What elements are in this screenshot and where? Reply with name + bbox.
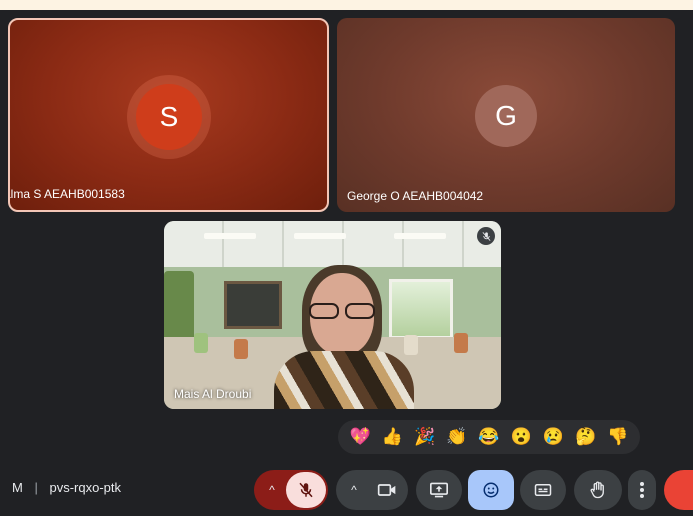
mic-off-icon bbox=[477, 227, 495, 245]
chevron-up-icon: ^ bbox=[351, 483, 357, 497]
bottom-control-bar: M | pvs-rqxo-ptk ^ ^ bbox=[0, 466, 693, 516]
participant-tile-2[interactable]: G George O AEAHB004042 bbox=[337, 18, 675, 212]
reaction-bar: 💖 👍 🎉 👏 😂 😮 😢 🤔 👎 bbox=[338, 420, 640, 454]
reaction-thumbs-up[interactable]: 👍 bbox=[378, 423, 406, 451]
more-vert-icon bbox=[640, 482, 644, 498]
participant-tile-video[interactable]: Mais Al Droubi bbox=[164, 221, 501, 409]
captions-button[interactable] bbox=[520, 470, 566, 510]
participant-name: Mais Al Droubi bbox=[174, 387, 252, 401]
reaction-thinking[interactable]: 🤔 bbox=[572, 423, 600, 451]
hand-icon bbox=[590, 481, 604, 499]
leave-call-button[interactable] bbox=[664, 470, 693, 510]
meeting-code: pvs-rqxo-ptk bbox=[49, 480, 122, 495]
reaction-clap[interactable]: 👏 bbox=[443, 423, 471, 451]
raise-hand-button[interactable] bbox=[574, 470, 622, 510]
reaction-surprised[interactable]: 😮 bbox=[507, 423, 535, 451]
reactions-button[interactable] bbox=[468, 470, 514, 510]
avatar: G bbox=[475, 85, 537, 147]
reaction-party[interactable]: 🎉 bbox=[411, 423, 439, 451]
reaction-thumbs-down[interactable]: 👎 bbox=[604, 423, 632, 451]
camera-toggle-button[interactable] bbox=[368, 472, 406, 508]
more-options-button[interactable] bbox=[628, 470, 656, 510]
audio-options-button[interactable]: ^ bbox=[258, 472, 286, 508]
closed-captions-icon bbox=[534, 484, 552, 496]
meeting-info: M | pvs-rqxo-ptk bbox=[12, 480, 121, 495]
present-screen-icon bbox=[430, 482, 448, 498]
reaction-heart[interactable]: 💖 bbox=[346, 423, 374, 451]
participant-name: George O AEAHB004042 bbox=[347, 189, 484, 203]
participant-tile-1[interactable]: S alma S AEAHB001583 bbox=[8, 18, 329, 212]
video-options-button[interactable]: ^ bbox=[340, 472, 368, 508]
top-edge-strip bbox=[0, 0, 693, 10]
present-screen-button[interactable] bbox=[416, 470, 462, 510]
avatar: S bbox=[136, 84, 202, 150]
meeting-time: M bbox=[12, 480, 23, 495]
reaction-cry[interactable]: 😢 bbox=[539, 423, 567, 451]
participant-name: alma S AEAHB001583 bbox=[8, 187, 125, 201]
emoji-icon bbox=[483, 482, 499, 498]
chevron-up-icon: ^ bbox=[269, 483, 275, 497]
mic-off-icon bbox=[299, 482, 313, 498]
videocam-icon bbox=[377, 484, 396, 496]
reaction-laugh[interactable]: 😂 bbox=[475, 423, 503, 451]
meeting-separator: | bbox=[34, 480, 38, 495]
mic-toggle-button[interactable] bbox=[286, 472, 326, 508]
